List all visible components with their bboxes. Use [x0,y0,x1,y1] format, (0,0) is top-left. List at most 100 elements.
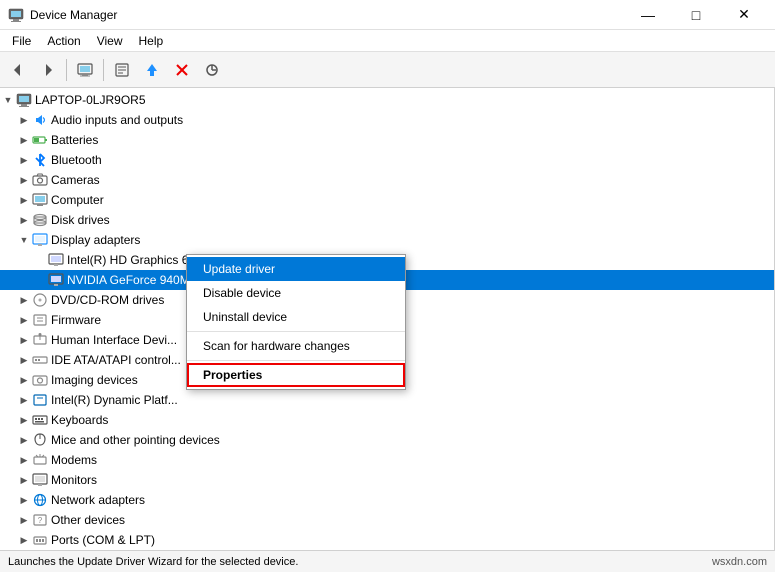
tree-item-computer[interactable]: ▶ Computer [0,190,774,210]
tree-label-cameras: Cameras [51,173,100,187]
expand-btn-intel-hd [32,252,48,268]
tree-icon-cameras [32,172,48,188]
tree-label-audio: Audio inputs and outputs [51,113,183,127]
scan-button[interactable] [198,56,226,84]
context-menu-item-uninstall-device[interactable]: Uninstall device [187,305,405,329]
tree-label-intel-dyn: Intel(R) Dynamic Platf... [51,393,178,407]
tree-label-human: Human Interface Devi... [51,333,177,347]
expand-btn-audio[interactable]: ▶ [16,112,32,128]
menu-help[interactable]: Help [131,32,172,50]
title-bar-controls: — □ ✕ [625,0,767,30]
expand-btn-keyboards[interactable]: ▶ [16,412,32,428]
expand-btn-display[interactable]: ▼ [16,232,32,248]
tree-label-intel-hd: Intel(R) HD Graphics 620 [67,253,202,267]
expand-btn-modems[interactable]: ▶ [16,452,32,468]
context-menu-separator [187,360,405,361]
status-text: Launches the Update Driver Wizard for th… [8,556,298,568]
expand-btn-network[interactable]: ▶ [16,492,32,508]
close-button[interactable]: ✕ [721,0,767,30]
tree-label-batteries: Batteries [51,133,98,147]
window-title: Device Manager [30,8,117,22]
context-menu-item-properties[interactable]: Properties [187,363,405,387]
tree-item-cameras[interactable]: ▶ Cameras [0,170,774,190]
status-bar: Launches the Update Driver Wizard for th… [0,550,775,572]
tree-item-network[interactable]: ▶Network adapters [0,490,774,510]
expand-btn-cameras[interactable]: ▶ [16,172,32,188]
tree-icon-disk [32,212,48,228]
menu-view[interactable]: View [89,32,131,50]
expand-btn-batteries[interactable]: ▶ [16,132,32,148]
tree-icon-mice [32,432,48,448]
tree-item-monitors[interactable]: ▶Monitors [0,470,774,490]
menu-action[interactable]: Action [39,32,88,50]
tree-label-nvidia: NVIDIA GeForce 940MX [67,273,198,287]
show-hidden-button[interactable] [71,56,99,84]
tree-icon-intel-dyn [32,392,48,408]
tree-icon-bluetooth [32,152,48,168]
status-right: wsxdn.com [712,556,767,568]
tree-item-root[interactable]: ▼LAPTOP-0LJR9OR5 [0,90,774,110]
tree-label-disk: Disk drives [51,213,110,227]
expand-btn-bluetooth[interactable]: ▶ [16,152,32,168]
tree-item-other[interactable]: ▶? Other devices [0,510,774,530]
tree-item-audio[interactable]: ▶ Audio inputs and outputs [0,110,774,130]
expand-btn-mice[interactable]: ▶ [16,432,32,448]
toolbar-sep2 [103,59,104,81]
expand-btn-monitors[interactable]: ▶ [16,472,32,488]
expand-btn-imaging[interactable]: ▶ [16,372,32,388]
tree-icon-intel-hd [48,252,64,268]
tree-icon-modems [32,452,48,468]
tree-item-mice[interactable]: ▶ Mice and other pointing devices [0,430,774,450]
menu-file[interactable]: File [4,32,39,50]
tree-item-keyboards[interactable]: ▶Keyboards [0,410,774,430]
expand-btn-other[interactable]: ▶ [16,512,32,528]
svg-text:?: ? [38,516,43,525]
tree-icon-imaging [32,372,48,388]
tree-item-intel-dyn[interactable]: ▶ Intel(R) Dynamic Platf... [0,390,774,410]
properties-button[interactable] [108,56,136,84]
context-menu-separator [187,331,405,332]
tree-label-dvd: DVD/CD-ROM drives [51,293,164,307]
tree-label-computer: Computer [51,193,104,207]
maximize-button[interactable]: □ [673,0,719,30]
uninstall-button[interactable] [168,56,196,84]
tree-item-disk[interactable]: ▶ Disk drives [0,210,774,230]
tree-item-bluetooth[interactable]: ▶ Bluetooth [0,150,774,170]
tree-item-ports[interactable]: ▶ Ports (COM & LPT) [0,530,774,550]
tree-icon-computer [32,192,48,208]
tree-icon-firmware [32,312,48,328]
expand-btn-disk[interactable]: ▶ [16,212,32,228]
forward-button[interactable] [34,56,62,84]
context-menu-item-scan[interactable]: Scan for hardware changes [187,334,405,358]
expand-btn-ports[interactable]: ▶ [16,532,32,548]
expand-btn-ide[interactable]: ▶ [16,352,32,368]
menu-bar: File Action View Help [0,30,775,52]
back-button[interactable] [4,56,32,84]
toolbar [0,52,775,88]
expand-btn-human[interactable]: ▶ [16,332,32,348]
tree-icon-other: ? [32,512,48,528]
minimize-button[interactable]: — [625,0,671,30]
tree-icon-dvd [32,292,48,308]
update-driver-button[interactable] [138,56,166,84]
tree-label-other: Other devices [51,513,125,527]
tree-panel[interactable]: ▼LAPTOP-0LJR9OR5 ▶ Audio inputs and output… [0,88,775,550]
expand-btn-dvd[interactable]: ▶ [16,292,32,308]
expand-btn-computer[interactable]: ▶ [16,192,32,208]
app-icon [8,7,24,23]
tree-icon-ports [32,532,48,548]
tree-label-ide: IDE ATA/ATAPI control... [51,353,181,367]
tree-label-ports: Ports (COM & LPT) [51,533,155,547]
expand-btn-intel-dyn[interactable]: ▶ [16,392,32,408]
tree-item-display[interactable]: ▼Display adapters [0,230,774,250]
context-menu-item-update-driver[interactable]: Update driver [187,257,405,281]
tree-item-modems[interactable]: ▶Modems [0,450,774,470]
context-menu-item-disable-device[interactable]: Disable device [187,281,405,305]
tree-item-batteries[interactable]: ▶ Batteries [0,130,774,150]
tree-label-mice: Mice and other pointing devices [51,433,220,447]
tree-label-bluetooth: Bluetooth [51,153,102,167]
context-menu: Update driverDisable deviceUninstall dev… [186,254,406,390]
expand-btn-root[interactable]: ▼ [0,92,16,108]
tree-icon-audio [32,112,48,128]
expand-btn-firmware[interactable]: ▶ [16,312,32,328]
